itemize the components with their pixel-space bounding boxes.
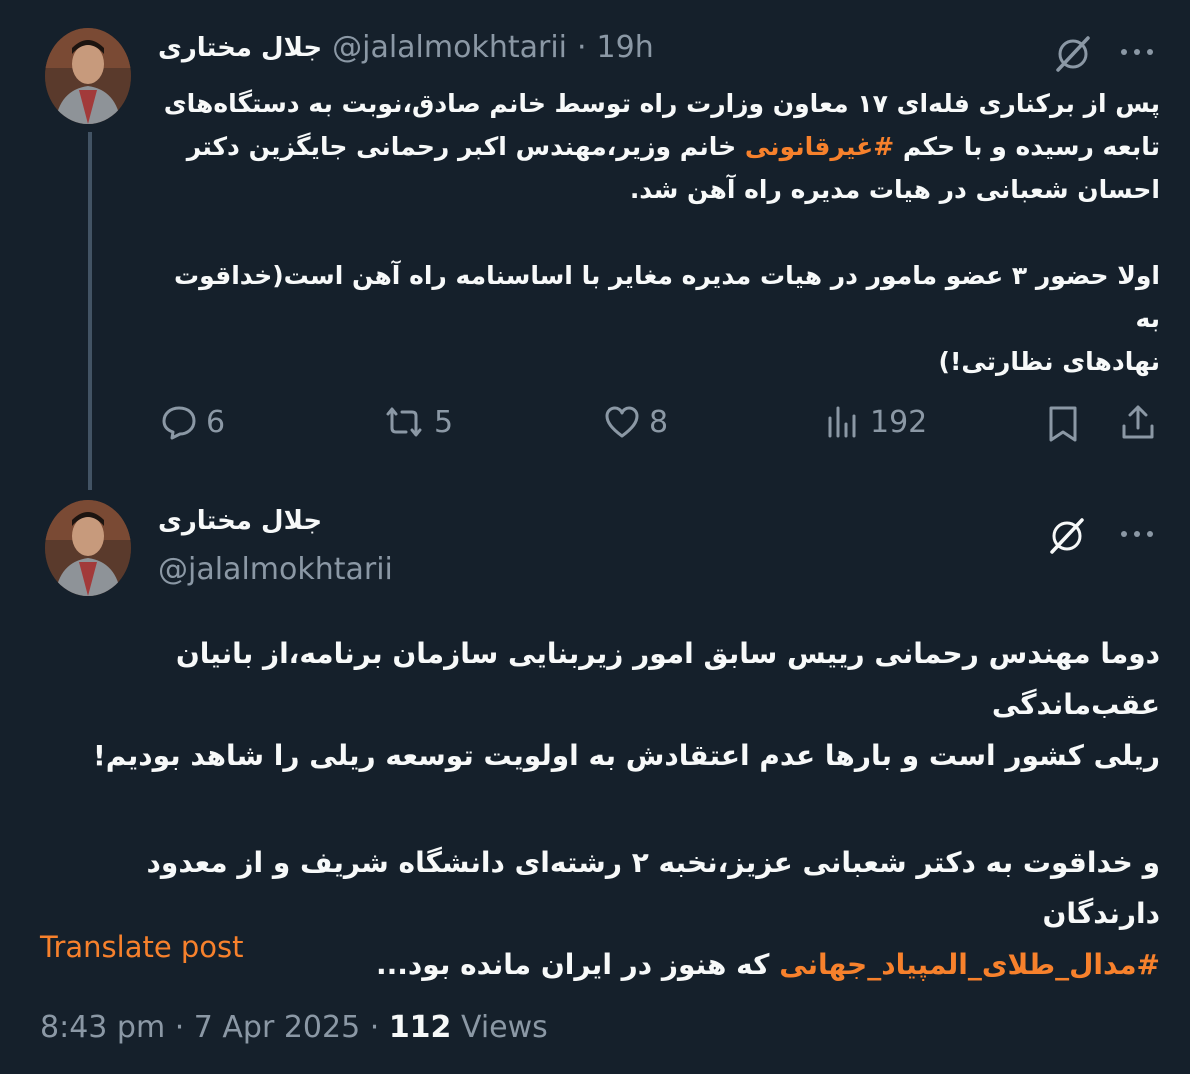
text-line: پس از برکناری فله‌ای ۱۷ معاون وزارت راه … bbox=[163, 89, 1160, 118]
text-line: ریلی کشور است و بارها عدم اعتقادش به اول… bbox=[93, 739, 1160, 772]
views-icon bbox=[828, 406, 856, 438]
reply-count: 6 bbox=[206, 404, 226, 440]
views-button[interactable]: 192 bbox=[824, 404, 927, 440]
text-segment: تابعه رسیده و با حکم bbox=[902, 132, 1160, 161]
reply-icon bbox=[162, 406, 196, 440]
text-segment: که هنوز در ایران مانده بود... bbox=[375, 948, 770, 981]
like-icon bbox=[605, 406, 639, 438]
views-label: Views bbox=[460, 1010, 548, 1045]
author-name[interactable]: جلال مختاری bbox=[158, 33, 322, 63]
tweet-text: پس از برکناری فله‌ای ۱۷ معاون وزارت راه … bbox=[160, 82, 1160, 383]
reply-button[interactable]: 6 bbox=[160, 404, 225, 440]
text-line bbox=[160, 211, 1160, 254]
post-timestamp[interactable]: 8:43 pm · 7 Apr 2025 · bbox=[40, 1010, 379, 1045]
views-count: 192 bbox=[870, 404, 928, 440]
grok-icon[interactable] bbox=[1052, 34, 1094, 74]
text-line bbox=[40, 781, 1160, 837]
views-count: 112 bbox=[388, 1010, 452, 1045]
post-metadata: 8:43 pm · 7 Apr 2025 · 112 Views bbox=[40, 1010, 548, 1045]
repost-button[interactable]: 5 bbox=[382, 404, 453, 440]
text-line: اولا حضور ۳ عضو مامور در هیات مدیره مغای… bbox=[174, 261, 1160, 333]
text-line: نهادهای نظارتی!) bbox=[938, 347, 1160, 376]
more-icon[interactable] bbox=[1118, 46, 1158, 58]
more-icon[interactable] bbox=[1118, 528, 1158, 540]
avatar[interactable] bbox=[45, 28, 131, 124]
text-segment: خانم وزیر،مهندس اکبر رحمانی جایگزین دکتر bbox=[186, 132, 737, 161]
text-line: و خداقوت به دکتر شعبانی عزیز،نخبه ۲ رشته… bbox=[146, 846, 1160, 930]
bookmark-icon[interactable] bbox=[1046, 404, 1080, 444]
hashtag-link[interactable]: #مدال_طلای_المپیاد_جهانی bbox=[779, 948, 1160, 981]
hashtag-link[interactable]: #غیرقانونی bbox=[745, 132, 894, 161]
text-line: تابعه رسیده و با حکم #غیرقانونی خانم وزی… bbox=[160, 125, 1160, 168]
repost-count: 5 bbox=[434, 404, 454, 440]
post-time[interactable]: 19h bbox=[597, 30, 654, 65]
author-handle[interactable]: @jalalmokhtarii bbox=[158, 552, 393, 587]
separator: · bbox=[577, 30, 587, 65]
text-line: احسان شعبانی در هیات مدیره راه آهن شد. bbox=[629, 175, 1160, 204]
grok-icon[interactable] bbox=[1046, 516, 1088, 556]
text-line: دوما مهندس رحمانی رییس سابق امور زیربنای… bbox=[175, 637, 1160, 721]
repost-icon bbox=[386, 407, 422, 437]
author-name[interactable]: جلال مختاری bbox=[158, 506, 322, 536]
translate-post-link[interactable]: Translate post bbox=[40, 930, 244, 964]
share-icon[interactable] bbox=[1118, 402, 1158, 442]
thread-line bbox=[88, 132, 92, 490]
author-handle[interactable]: @jalalmokhtarii bbox=[332, 30, 567, 65]
like-count: 8 bbox=[649, 404, 669, 440]
like-button[interactable]: 8 bbox=[603, 404, 668, 440]
avatar[interactable] bbox=[45, 500, 131, 596]
